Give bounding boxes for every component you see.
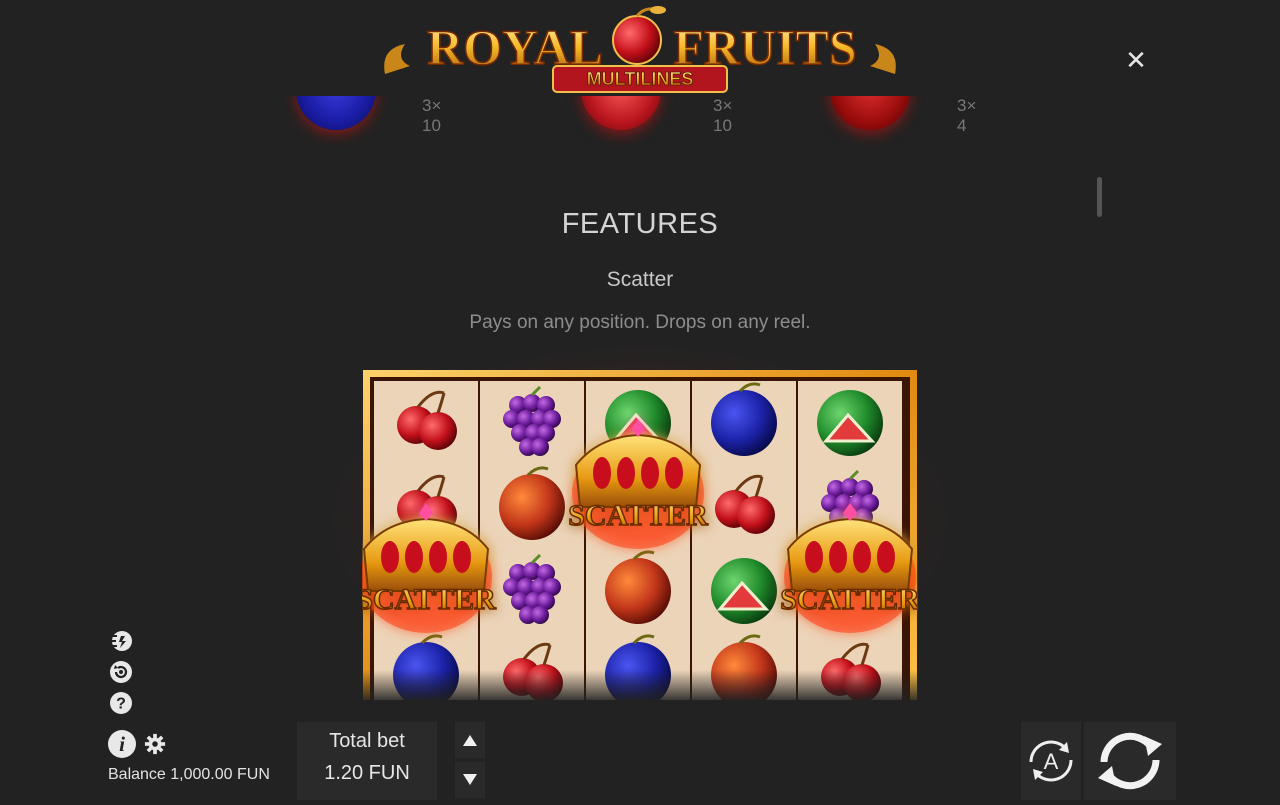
- help-icon[interactable]: ?: [109, 691, 133, 715]
- arrow-down-icon: [463, 774, 477, 785]
- autoplay-button[interactable]: A: [1021, 722, 1081, 800]
- settings-icon[interactable]: [144, 733, 166, 755]
- scatter-label: SCATTER: [362, 583, 496, 616]
- logo-title-right: FRUITS: [673, 19, 856, 75]
- total-bet-label: Total bet: [329, 730, 405, 752]
- paytable-multiplier: 3× 10: [713, 96, 733, 135]
- section-description: Pays on any position. Drops on any reel.: [469, 312, 811, 333]
- watermelon-icon: [817, 390, 883, 456]
- spin-icon: [1098, 732, 1162, 790]
- bet-decrease-button[interactable]: [455, 762, 485, 798]
- arrow-up-icon: [463, 735, 477, 746]
- scatter-example-image: SCATTER SCATTER SCATTER: [362, 370, 918, 700]
- paytable-multiplier: 3× 10: [422, 96, 442, 135]
- info-icon[interactable]: i: [107, 729, 137, 759]
- autoplay-icon: A: [1029, 740, 1073, 782]
- bet-increase-button[interactable]: [455, 722, 485, 758]
- autoplay-label: A: [1044, 749, 1059, 774]
- svg-text:?: ?: [116, 696, 126, 713]
- game-logo: MULTILINES ROYAL FRUITS: [384, 6, 896, 93]
- scatter-label: SCATTER: [568, 499, 708, 532]
- close-icon[interactable]: ✕: [1122, 46, 1150, 74]
- balance-display: Balance 1,000.00 FUN: [108, 766, 270, 783]
- total-bet-value: 1.20 FUN: [324, 762, 410, 784]
- autoplay-history-icon[interactable]: [109, 660, 133, 684]
- spin-button[interactable]: [1084, 722, 1176, 800]
- paytable-multiplier: 3× 4: [957, 96, 977, 135]
- svg-text:i: i: [119, 732, 125, 756]
- watermelon-icon: [711, 558, 777, 624]
- turbo-icon[interactable]: [109, 629, 133, 653]
- scatter-label: SCATTER: [780, 583, 918, 616]
- logo-title-left: ROYAL: [427, 19, 603, 75]
- section-subtitle: Scatter: [606, 268, 674, 291]
- section-title: FEATURES: [561, 208, 719, 240]
- total-bet-display: Total bet 1.20 FUN: [297, 722, 437, 800]
